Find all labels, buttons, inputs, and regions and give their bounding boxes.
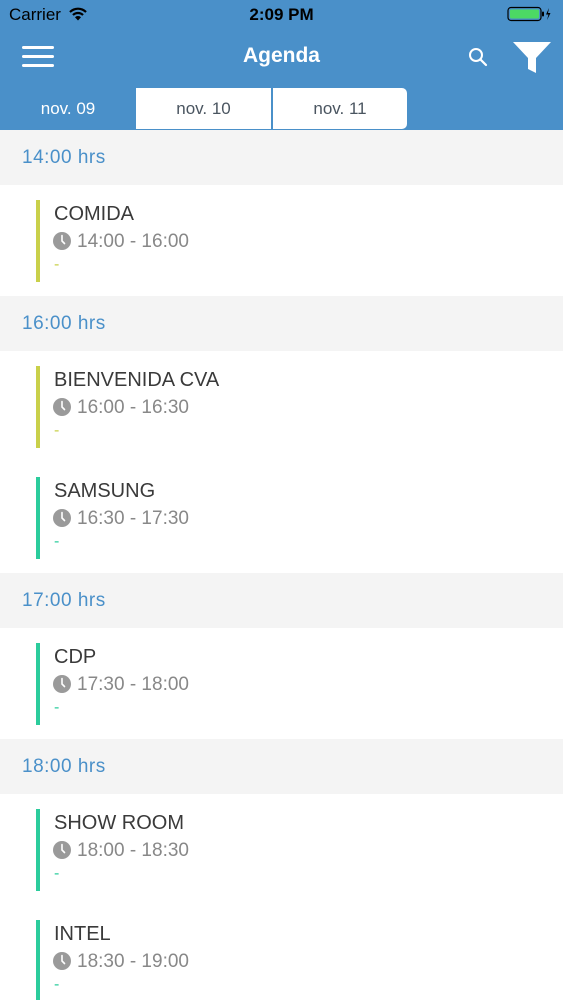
event-detail: - <box>54 976 60 993</box>
status-time: 2:09 PM <box>249 5 314 24</box>
event-time: 16:00 - 16:30 <box>77 397 189 418</box>
agenda-item[interactable]: SAMSUNG 16:30 - 17:30 - <box>0 477 563 588</box>
event-title: SHOW ROOM <box>54 812 184 834</box>
event-time: 17:30 - 18:00 <box>77 674 189 695</box>
clock-icon <box>53 509 71 527</box>
tab-nov-10[interactable]: nov. 10 <box>136 87 272 130</box>
tab-nov-11[interactable]: nov. 11 <box>272 87 408 130</box>
section-label: 14:00 hrs <box>22 147 106 168</box>
section-label: 18:00 hrs <box>22 756 106 777</box>
clock-icon <box>53 398 71 416</box>
agenda-item[interactable]: SHOW ROOM 18:00 - 18:30 - <box>0 809 563 920</box>
clock-icon <box>53 952 71 970</box>
category-color-bar <box>36 920 40 1000</box>
section-header: 14:00 hrs <box>0 130 563 185</box>
section-label: 16:00 hrs <box>22 313 106 334</box>
event-title: INTEL <box>54 923 111 945</box>
category-color-bar <box>36 643 40 725</box>
tab-nov-09[interactable]: nov. 09 <box>0 87 136 130</box>
event-time: 16:30 - 17:30 <box>77 508 189 529</box>
clock-icon <box>53 675 71 693</box>
category-color-bar <box>36 809 40 891</box>
event-detail: - <box>54 533 60 550</box>
agenda-item[interactable]: INTEL 18:30 - 19:00 - <box>0 920 563 1000</box>
section-header: 17:00 hrs <box>0 573 563 628</box>
category-color-bar <box>36 477 40 559</box>
event-time: 18:00 - 18:30 <box>77 840 189 861</box>
clock-icon <box>53 841 71 859</box>
event-detail: - <box>54 256 60 273</box>
event-title: SAMSUNG <box>54 480 156 502</box>
search-icon[interactable] <box>467 46 489 68</box>
status-bar: Carrier 2:09 PM <box>0 0 563 32</box>
filter-funnel-icon[interactable] <box>512 40 552 76</box>
agenda-item[interactable]: BIENVENIDA CVA 16:00 - 16:30 - <box>0 366 563 477</box>
navigation-bar: Agenda <box>0 32 563 88</box>
date-tabs: nov. 09 nov. 10 nov. 11 <box>0 87 408 130</box>
category-color-bar <box>36 366 40 448</box>
event-detail: - <box>54 865 60 882</box>
event-title: BIENVENIDA CVA <box>54 369 220 391</box>
hamburger-menu-icon[interactable] <box>22 46 54 68</box>
event-title: COMIDA <box>54 203 134 225</box>
event-time: 18:30 - 19:00 <box>77 951 189 972</box>
event-detail: - <box>54 422 60 439</box>
category-color-bar <box>36 200 40 282</box>
agenda-item[interactable]: CDP 17:30 - 18:00 - <box>0 643 563 754</box>
clock-icon <box>53 232 71 250</box>
app-header: Carrier 2:09 PM Agenda nov. 09 nov. 10 n… <box>0 0 563 130</box>
event-time: 14:00 - 16:00 <box>77 231 189 252</box>
section-header: 18:00 hrs <box>0 739 563 794</box>
section-header: 16:00 hrs <box>0 296 563 351</box>
section-label: 17:00 hrs <box>22 590 106 611</box>
agenda-item[interactable]: COMIDA 14:00 - 16:00 - <box>0 200 563 311</box>
battery-icon <box>507 6 551 22</box>
event-title: CDP <box>54 646 97 668</box>
event-detail: - <box>54 699 60 716</box>
